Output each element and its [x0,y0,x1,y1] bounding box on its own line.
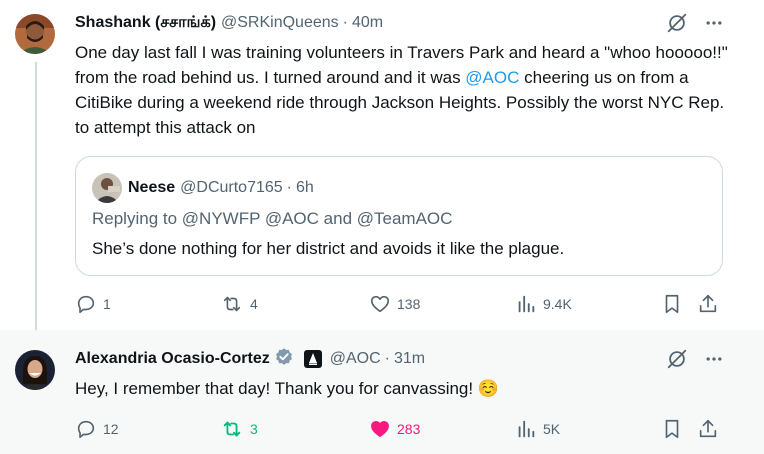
quoted-timestamp: 6h [296,179,314,196]
quoted-avatar [92,173,122,203]
bookmark-button[interactable] [661,292,683,316]
tweet-header: Alexandria Ocasio-Cortez @AOC · 31m [75,347,425,372]
verified-icon [274,347,294,372]
repost-icon [220,293,244,315]
quoted-author-handle: @DCurto7165 [180,179,283,196]
affiliate-badge-icon[interactable] [303,350,322,368]
action-bar: 1 4 138 9.4K [75,292,725,316]
like-count: 283 [397,421,421,437]
quoted-header: Neese @DCurto7165 · 6h [92,173,314,203]
repost-icon [220,418,244,440]
grok-icon[interactable] [666,12,688,34]
views-button[interactable]: 5K [515,417,560,441]
tweet-text: Hey, I remember that day! Thank you for … [75,379,500,398]
more-icon[interactable] [704,349,724,369]
replying-prefix: Replying to [92,209,182,228]
share-icon [697,418,719,440]
author-handle[interactable]: @SRKinQueens [221,14,339,32]
avatar[interactable] [15,14,55,54]
like-button[interactable]: 283 [369,417,420,441]
quoted-author-name: Neese [128,179,176,196]
views-count: 9.4K [543,296,572,312]
tweet-1[interactable]: Shashank (சசாங்க்) @SRKinQueens · 40m On… [0,0,764,330]
like-icon [369,293,391,315]
bookmark-icon [661,293,683,315]
tweet-2[interactable]: Alexandria Ocasio-Cortez @AOC · 31m Hey,… [0,330,764,454]
separator: · [384,350,390,367]
mention-link[interactable]: @AOC [465,68,519,87]
like-icon [369,418,391,440]
timestamp[interactable]: 31m [394,350,425,368]
quoted-separator: · [286,179,292,196]
views-icon [515,293,537,315]
author-handle[interactable]: @AOC [330,350,381,368]
grok-icon[interactable] [666,348,688,370]
tweet-text: One day last fall I was training volunte… [75,40,735,140]
avatar[interactable] [15,350,55,390]
tweet-top-icons [666,348,724,370]
bookmark-icon [661,418,683,440]
replying-mentions: @NYWFP @AOC and @TeamAOC [181,209,453,228]
thread-line [35,62,37,330]
like-count: 138 [397,296,421,312]
share-button[interactable] [697,417,719,441]
reply-icon [75,418,97,440]
repost-count: 4 [250,296,258,312]
reply-count: 12 [103,421,119,437]
more-icon[interactable] [704,13,724,33]
reply-button[interactable]: 1 [75,292,111,316]
views-icon [515,418,537,440]
tweet-header: Shashank (சசாங்க்) @SRKinQueens · 40m [75,12,383,34]
action-bar: 12 3 283 5K [75,417,725,441]
reply-count: 1 [103,296,111,312]
repost-button[interactable]: 3 [220,417,258,441]
quoted-text: She’s done nothing for her district and … [92,239,565,258]
views-button[interactable]: 9.4K [515,292,572,316]
separator: · [342,14,348,31]
like-button[interactable]: 138 [369,292,420,316]
views-count: 5K [543,421,561,437]
repost-button[interactable]: 4 [220,292,258,316]
author-name[interactable]: Alexandria Ocasio-Cortez [75,350,270,368]
tweet-top-icons [666,12,724,34]
reply-icon [75,293,97,315]
repost-count: 3 [250,421,258,437]
share-button[interactable] [697,292,719,316]
replying-to: Replying to @NYWFP @AOC and @TeamAOC [92,209,452,229]
reply-button[interactable]: 12 [75,417,119,441]
timestamp[interactable]: 40m [352,14,383,32]
author-name[interactable]: Shashank (சசாங்க்) [75,13,216,33]
quoted-tweet[interactable]: Neese @DCurto7165 · 6h Replying to @NYWF… [75,156,723,276]
bookmark-button[interactable] [661,417,683,441]
share-icon [697,293,719,315]
